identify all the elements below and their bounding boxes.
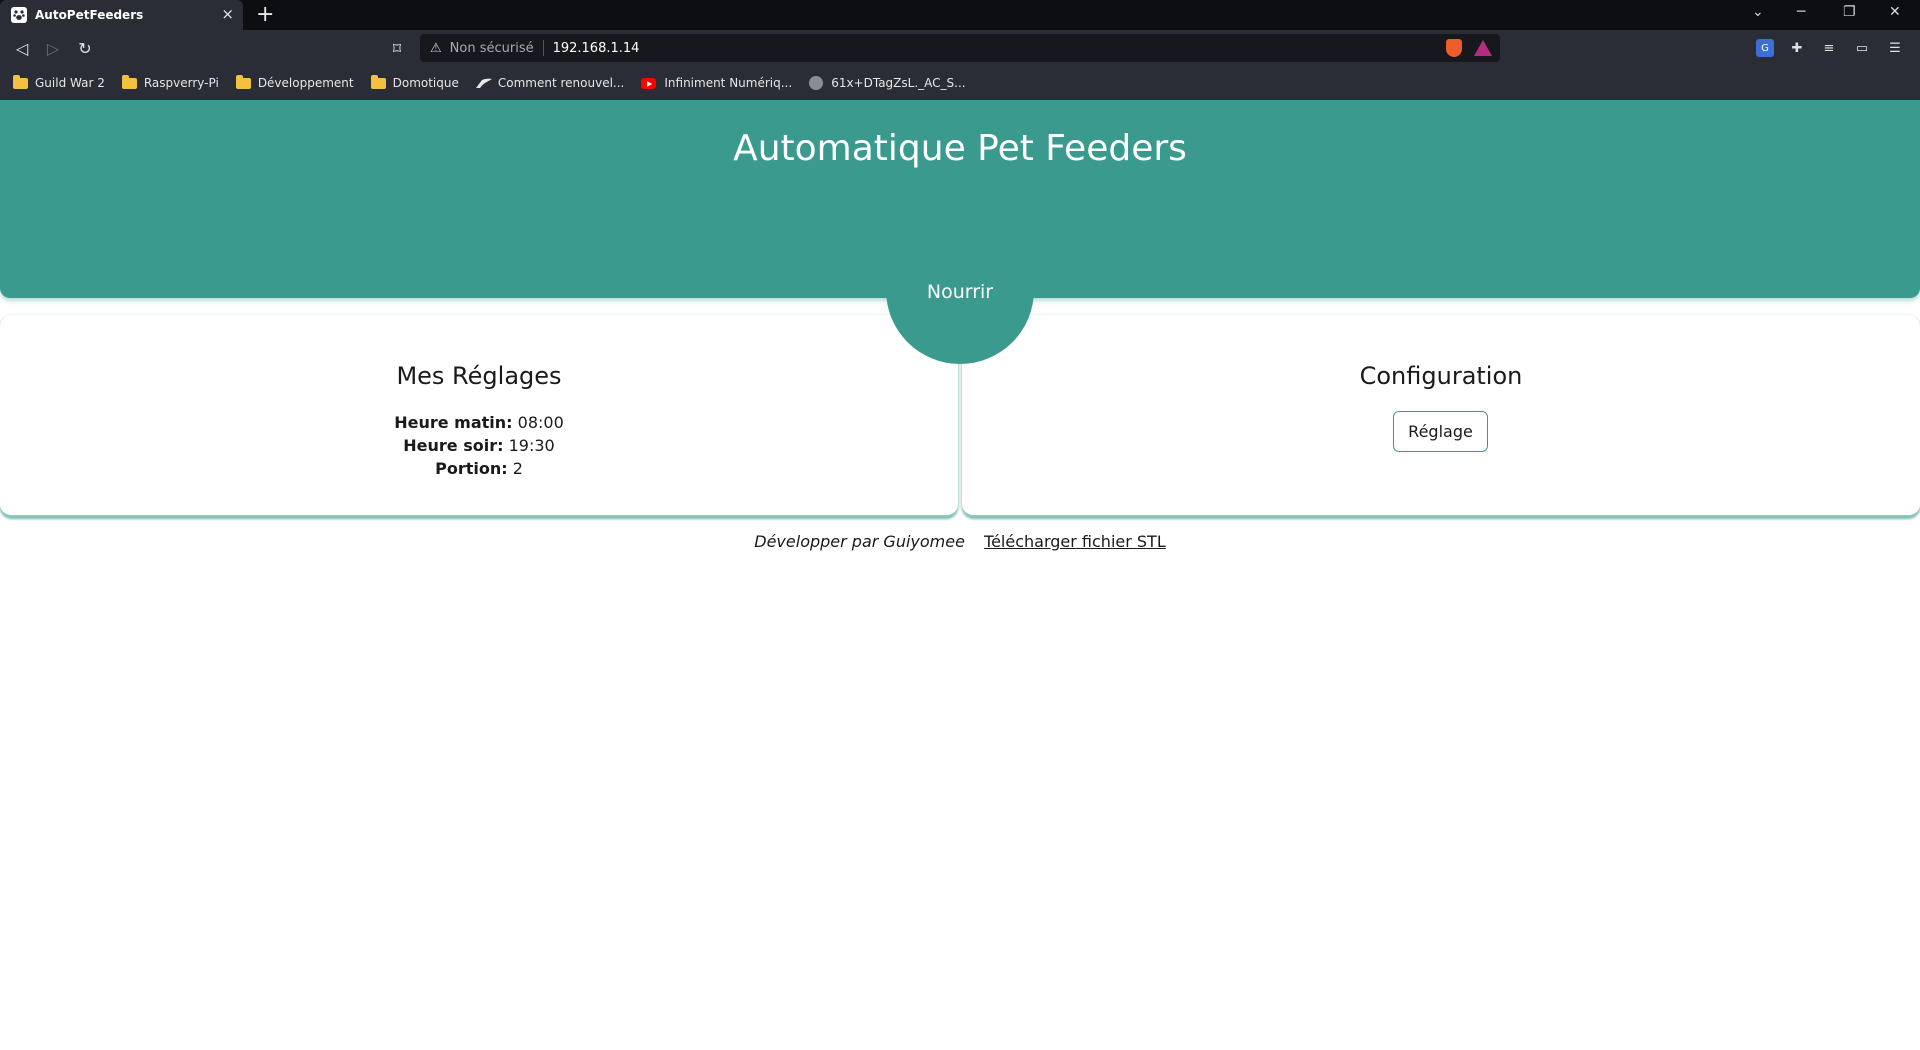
evening-time-value: 19:30: [508, 436, 555, 455]
page-title: Automatique Pet Feeders: [733, 128, 1187, 169]
menu-icon[interactable]: ☰: [1886, 39, 1904, 57]
playlist-icon[interactable]: ≡: [1820, 39, 1838, 57]
morning-time-row: Heure matin: 08:00: [394, 413, 564, 432]
bookmark-developpement[interactable]: Développement: [235, 74, 354, 90]
bookmarks-bar: Guild War 2 Raspverry-Pi Développement D…: [0, 66, 1920, 100]
folder-icon: [370, 74, 386, 89]
morning-time-value: 08:00: [517, 413, 564, 432]
close-window-icon[interactable]: ✕: [1889, 4, 1901, 20]
portion-value: 2: [512, 459, 523, 478]
folder-icon: [121, 74, 137, 89]
bookmark-guild-war-2[interactable]: Guild War 2: [13, 74, 105, 90]
tab-close-icon[interactable]: ×: [221, 6, 234, 22]
bookmark-domotique[interactable]: Domotique: [370, 74, 459, 90]
footer-author: Développer par Guiyomee: [754, 532, 965, 551]
reglage-button[interactable]: Réglage: [1393, 411, 1488, 452]
back-icon[interactable]: ◁: [11, 37, 33, 59]
folder-icon: [13, 74, 28, 89]
tab-search-icon[interactable]: ⌄: [1752, 4, 1764, 20]
settings-card-title: Mes Réglages: [396, 362, 562, 390]
folder-icon: [235, 74, 251, 89]
wing-icon: [475, 78, 492, 88]
settings-card: Mes Réglages Heure matin: 08:00 Heure so…: [0, 315, 958, 517]
reload-icon[interactable]: ↻: [74, 37, 96, 59]
download-stl-link[interactable]: Télécharger fichier STL: [984, 532, 1166, 551]
bookmark-raspverry-pi[interactable]: Raspverry-Pi: [121, 74, 219, 90]
youtube-icon: [641, 77, 657, 89]
config-card-title: Configuration: [1359, 362, 1523, 390]
portion-row: Portion: 2: [435, 459, 523, 478]
browser-toolbar: ◁ ▷ ↻ ⌑ ⚠ Non sécurisé 192.168.1.14 G ✚ …: [0, 30, 1920, 66]
bookmark-infiniment-numerique[interactable]: Infiniment Numériq...: [641, 76, 792, 90]
url-text[interactable]: 192.168.1.14: [553, 41, 640, 56]
wallet-icon[interactable]: ▭: [1853, 39, 1871, 57]
page-content: Automatique Pet Feeders Nourrir Mes Régl…: [0, 100, 1920, 1050]
settings-list: Heure matin: 08:00 Heure soir: 19:30 Por…: [0, 411, 958, 480]
new-tab-button[interactable]: +: [256, 3, 274, 27]
brave-rewards-icon[interactable]: [1474, 40, 1492, 56]
address-bar[interactable]: ⚠ Non sécurisé 192.168.1.14: [420, 34, 1500, 62]
restore-icon[interactable]: ❐: [1843, 4, 1856, 20]
bookmark-image-link[interactable]: 61x+DTagZsL._AC_S...: [809, 76, 966, 90]
footer: Développer par Guiyomee Télécharger fich…: [0, 532, 1920, 551]
url-separator: [542, 40, 544, 56]
translate-icon[interactable]: G: [1756, 39, 1774, 57]
warning-icon[interactable]: ⚠: [430, 41, 442, 56]
tab-strip: AutoPetFeeders × + ⌄ ─ ❐ ✕: [0, 0, 1920, 30]
evening-time-row: Heure soir: 19:30: [403, 436, 555, 455]
paw-icon: [11, 7, 27, 23]
tab-title: AutoPetFeeders: [35, 8, 144, 22]
brave-shield-icon[interactable]: [1446, 39, 1462, 57]
config-card: Configuration Réglage: [962, 315, 1920, 517]
security-label[interactable]: Non sécurisé: [450, 41, 534, 56]
globe-icon: [809, 76, 824, 90]
bookmark-icon[interactable]: ⌑: [386, 37, 408, 59]
tab-autopetfeeders[interactable]: AutoPetFeeders ×: [0, 0, 243, 30]
forward-icon[interactable]: ▷: [42, 37, 64, 59]
bookmark-comment-renouvel[interactable]: Comment renouvel...: [475, 76, 624, 90]
extensions-icon[interactable]: ✚: [1788, 39, 1806, 57]
minimize-icon[interactable]: ─: [1797, 4, 1805, 20]
